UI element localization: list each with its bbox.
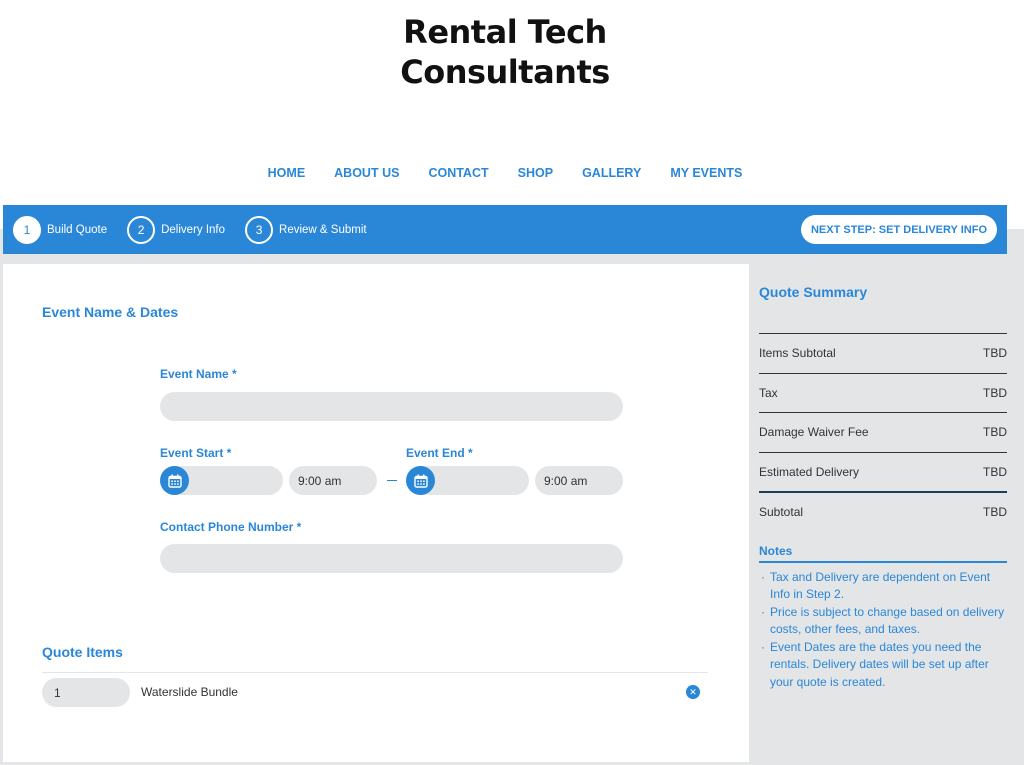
summary-value: TBD [983,504,1007,519]
phone-input[interactable] [160,544,623,573]
notes-section: Notes Tax and Delivery are dependent on … [759,544,1007,692]
nav-home[interactable]: HOME [268,166,306,180]
step-build-quote[interactable]: 1 Build Quote [13,215,108,244]
brand-line-2: Consultants [400,53,610,91]
event-start-time-input[interactable] [289,466,377,495]
event-end-time-input[interactable] [535,466,623,495]
step-delivery-info[interactable]: 2 Delivery Info [127,215,226,244]
phone-label: Contact Phone Number * [160,520,302,534]
step-review-submit[interactable]: 3 Review & Submit [245,215,367,244]
quote-summary-title: Quote Summary [759,284,868,300]
nav-about-us[interactable]: ABOUT US [334,166,399,180]
event-start-label: Event Start * [160,446,232,460]
item-name: Waterslide Bundle [141,685,238,699]
nav-gallery[interactable]: GALLERY [582,166,641,180]
summary-row: Damage Waiver Fee TBD [759,412,1007,452]
step-number: 1 [13,215,41,244]
step-label: Build Quote [47,223,108,236]
remove-item-icon[interactable]: ✕ [686,685,700,699]
summary-subtotal-row: Subtotal TBD [759,491,1007,531]
summary-value: TBD [983,464,1007,479]
quote-items-divider [42,672,708,673]
summary-label: Items Subtotal [759,346,836,361]
event-name-label: Event Name * [160,367,237,381]
event-name-input[interactable] [160,392,623,421]
note-item: Tax and Delivery are dependent on Event … [759,569,1007,604]
note-item: Event Dates are the dates you need the r… [759,639,1007,692]
summary-label: Damage Waiver Fee [759,425,869,440]
quote-items-title: Quote Items [42,644,123,660]
notes-list: Tax and Delivery are dependent on Event … [759,569,1007,692]
brand-line-1: Rental Tech [403,13,607,51]
calendar-icon[interactable] [160,466,189,495]
nav-my-events[interactable]: MY EVENTS [670,166,742,180]
step-label: Delivery Info [161,223,226,236]
step-label: Review & Submit [279,223,367,236]
date-range-dash [387,480,397,481]
step-number: 2 [127,215,156,244]
summary-label: Subtotal [759,504,804,519]
summary-list: Items Subtotal TBD Tax TBD Damage Waiver… [759,333,1007,531]
summary-row: Items Subtotal TBD [759,333,1007,373]
next-step-button[interactable]: NEXT STEP: SET DELIVERY INFO [800,215,997,244]
calendar-icon[interactable] [406,466,435,495]
summary-row: Tax TBD [759,372,1007,413]
nav-shop[interactable]: SHOP [518,166,553,180]
summary-label: Tax [759,385,778,400]
step-number: 3 [245,215,274,244]
note-item: Price is subject to change based on deli… [759,604,1007,639]
event-section-title: Event Name & Dates [42,304,179,320]
summary-label: Estimated Delivery [759,464,860,479]
summary-value: TBD [983,425,1007,440]
summary-row: Estimated Delivery TBD [759,451,1007,492]
quote-form-panel: Event Name & Dates Event Name * Event St… [3,264,749,762]
notes-title: Notes [759,544,1007,563]
item-quantity-input[interactable] [42,678,130,707]
checkout-steps-bar: 1 Build Quote 2 Delivery Info 3 Review &… [3,205,1007,254]
main-nav: HOME ABOUT US CONTACT SHOP GALLERY MY EV… [0,166,1010,180]
site-logo-text[interactable]: Rental Tech Consultants [0,12,1010,92]
event-end-label: Event End * [406,446,473,460]
summary-value: TBD [983,385,1007,400]
nav-contact[interactable]: CONTACT [428,166,488,180]
quote-summary-panel: Quote Summary Items Subtotal TBD Tax TBD… [759,264,1007,691]
summary-value: TBD [983,346,1007,361]
